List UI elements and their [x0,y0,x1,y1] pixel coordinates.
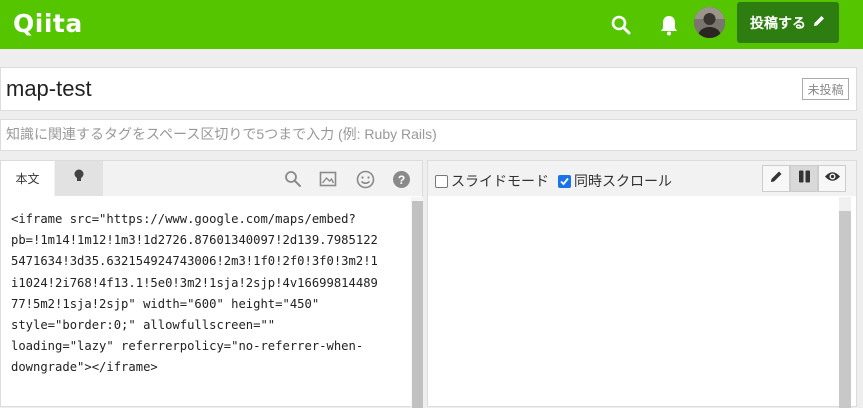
search-icon[interactable] [283,169,303,189]
editor-scrollbar-thumb[interactable] [412,201,423,408]
title-field: 未投稿 [0,67,857,111]
sync-scroll-checkbox[interactable]: 同時スクロール [558,171,672,191]
slide-mode-label: スライドモード [451,173,549,189]
draft-status-badge: 未投稿 [802,78,849,100]
tab-body[interactable]: 本文 [1,161,54,196]
post-button-label: 投稿する [750,14,806,31]
preview-pane: スライドモード 同時スクロール [427,160,857,408]
pencil-icon [812,14,826,31]
tags-field [0,119,857,151]
bell-icon[interactable] [657,13,681,37]
preview-scrollbar-thumb[interactable] [839,197,851,408]
smiley-icon[interactable] [355,169,375,189]
sync-scroll-label: 同時スクロール [574,173,672,189]
split-mode-button[interactable] [790,165,818,192]
slide-mode-checkbox[interactable]: スライドモード [435,171,549,191]
preview-mode-button[interactable] [818,165,846,192]
preview-toolbar: スライドモード 同時スクロール [428,161,856,196]
qiita-logo[interactable]: Qiita [13,9,83,38]
editor-pane: 本文 ? <iframe src="https://www.google.com… [0,160,423,408]
slide-mode-box[interactable] [435,174,448,188]
sync-scroll-box[interactable] [558,174,571,188]
avatar[interactable] [694,7,725,38]
eye-icon [824,170,841,188]
preview-scrollbar-track[interactable] [839,197,851,211]
post-button[interactable]: 投稿する [737,2,839,43]
image-icon[interactable] [318,169,338,189]
global-header: Qiita 投稿する [0,0,863,49]
search-icon[interactable] [609,13,633,37]
tags-input[interactable] [6,126,846,142]
pencil-icon [769,169,784,189]
help-icon[interactable]: ? [391,169,411,189]
title-input[interactable] [6,76,706,102]
columns-icon [797,169,812,189]
lightbulb-icon [72,168,86,189]
edit-mode-button[interactable] [762,165,790,192]
markdown-editor[interactable]: <iframe src="https://www.google.com/maps… [11,209,406,379]
editor-toolbar: 本文 ? [1,161,422,196]
view-mode-group [762,165,852,192]
svg-text:?: ? [397,173,404,187]
tab-tips[interactable] [55,161,103,196]
